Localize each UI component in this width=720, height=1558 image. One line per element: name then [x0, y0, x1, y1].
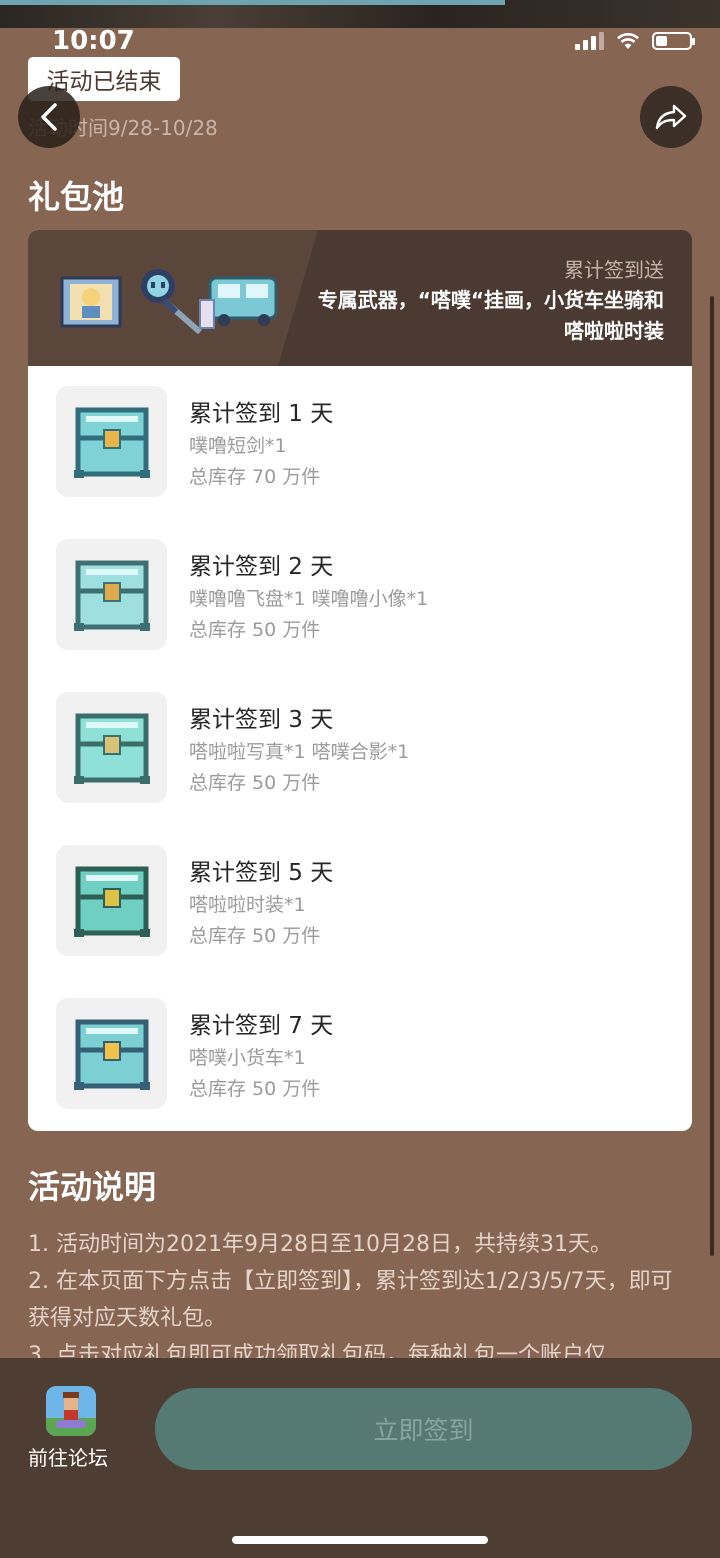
reward-item[interactable]: 累计签到 1 天噗噜短剑*1 总库存 70 万件 [56, 386, 676, 498]
reward-stock: 总库存 50 万件 [189, 1078, 321, 1100]
reward-thumbnail [56, 998, 167, 1109]
reward-contents: 嗒啦啦时装*1 [189, 894, 306, 916]
reward-thumbnail [56, 386, 167, 497]
reward-item[interactable]: 累计签到 3 天嗒啦啦写真*1 嗒噗合影*1 总库存 50 万件 [56, 692, 676, 804]
reward-title: 累计签到 3 天 [189, 707, 334, 733]
rule-line: 1. 活动时间为2021年9月28日至10月28日，共持续31天。 [28, 1232, 612, 1257]
reward-contents: 嗒噗小货车*1 [189, 1047, 306, 1069]
top-banner-strip [0, 0, 720, 28]
share-button[interactable] [640, 86, 702, 148]
page-load-progress [0, 0, 505, 5]
reward-title: 累计签到 2 天 [189, 554, 334, 580]
rules-heading: 活动说明 [28, 1168, 157, 1206]
gift-pool-description: 专属武器，“嗒噗“挂画，小货车坐骑和嗒啦啦时装 [317, 288, 664, 343]
treasure-chest-icon [73, 866, 150, 937]
status-icons [575, 32, 695, 50]
gift-pool-heading: 礼包池 [28, 178, 125, 216]
reward-stock: 总库存 50 万件 [189, 619, 321, 641]
reward-item[interactable]: 累计签到 7 天嗒噗小货车*1 总库存 50 万件 [56, 998, 676, 1110]
forum-app-icon[interactable] [46, 1386, 96, 1436]
cellular-signal-icon [575, 32, 604, 50]
reward-title: 累计签到 5 天 [189, 860, 334, 886]
bottom-action-bar: 前往论坛 立即签到 [0, 1358, 720, 1558]
reward-title: 累计签到 7 天 [189, 1013, 334, 1039]
gift-pool-subtitle: 累计签到送 [564, 258, 664, 282]
treasure-chest-icon [73, 1019, 150, 1090]
reward-thumbnail [56, 539, 167, 650]
gift-pool-banner: 累计签到送 专属武器，“嗒噗“挂画，小货车坐骑和嗒啦啦时装 [28, 230, 692, 366]
rules-text: 1. 活动时间为2021年9月28日至10月28日，共持续31天。 2. 在本页… [28, 1226, 688, 1374]
back-button[interactable] [18, 86, 80, 148]
reward-stock: 总库存 70 万件 [189, 466, 321, 488]
forum-link-label[interactable]: 前往论坛 [28, 1442, 108, 1471]
rule-line: 2. 在本页面下方点击【立即签到】，累计签到达1/2/3/5/7天，即可获得对应… [28, 1269, 673, 1331]
gift-pool-card: 累计签到送 专属武器，“嗒噗“挂画，小货车坐骑和嗒啦啦时装 累计签到 1 天噗噜… [28, 230, 692, 1131]
reward-contents: 嗒啦啦写真*1 嗒噗合影*1 [189, 741, 410, 763]
status-time: 10:07 [52, 26, 135, 56]
reward-thumbnail [56, 845, 167, 956]
reward-contents: 噗噜短剑*1 [189, 435, 287, 457]
signin-button[interactable]: 立即签到 [155, 1388, 692, 1470]
battery-icon [652, 32, 695, 50]
reward-preview-art [60, 269, 278, 334]
reward-contents: 噗噜噜飞盘*1 噗噜噜小像*1 [189, 588, 429, 610]
reward-thumbnail [56, 692, 167, 803]
treasure-chest-icon [73, 713, 150, 784]
reward-title: 累计签到 1 天 [189, 401, 334, 427]
treasure-chest-icon [73, 560, 150, 631]
share-arrow-icon [655, 104, 687, 130]
reward-item[interactable]: 累计签到 2 天噗噜噜飞盘*1 噗噜噜小像*1 总库存 50 万件 [56, 539, 676, 651]
scrollbar[interactable] [710, 296, 714, 1256]
reward-stock: 总库存 50 万件 [189, 925, 321, 947]
home-indicator [232, 1536, 488, 1544]
reward-stock: 总库存 50 万件 [189, 772, 321, 794]
wifi-icon [617, 33, 639, 49]
reward-item[interactable]: 累计签到 5 天嗒啦啦时装*1 总库存 50 万件 [56, 845, 676, 957]
chevron-left-icon [41, 103, 57, 131]
treasure-chest-icon [73, 407, 150, 478]
